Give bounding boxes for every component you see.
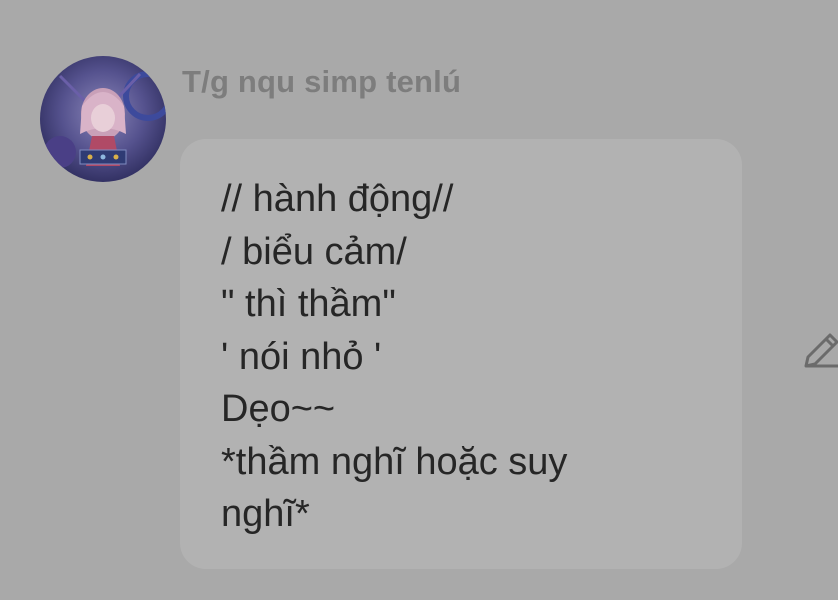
pencil-icon[interactable] bbox=[800, 330, 838, 374]
message-line: nghĩ* bbox=[221, 493, 310, 535]
message-line: Dẹo~~ bbox=[221, 388, 336, 430]
anime-character-avatar-icon bbox=[40, 56, 166, 182]
message-line: " thì thầm" bbox=[221, 283, 396, 325]
message-line: ' nói nhỏ ' bbox=[221, 335, 382, 378]
sender-name: T/g nqu simp tenlú bbox=[182, 64, 462, 99]
message-line: *thầm nghĩ hoặc suy bbox=[221, 440, 568, 483]
message-text: // hành động// / biểu cảm/ " thì thầm" '… bbox=[221, 173, 567, 541]
message-line: // hành động// bbox=[221, 178, 454, 220]
avatar[interactable] bbox=[40, 56, 166, 182]
message-line: / biểu cảm/ bbox=[221, 230, 407, 273]
